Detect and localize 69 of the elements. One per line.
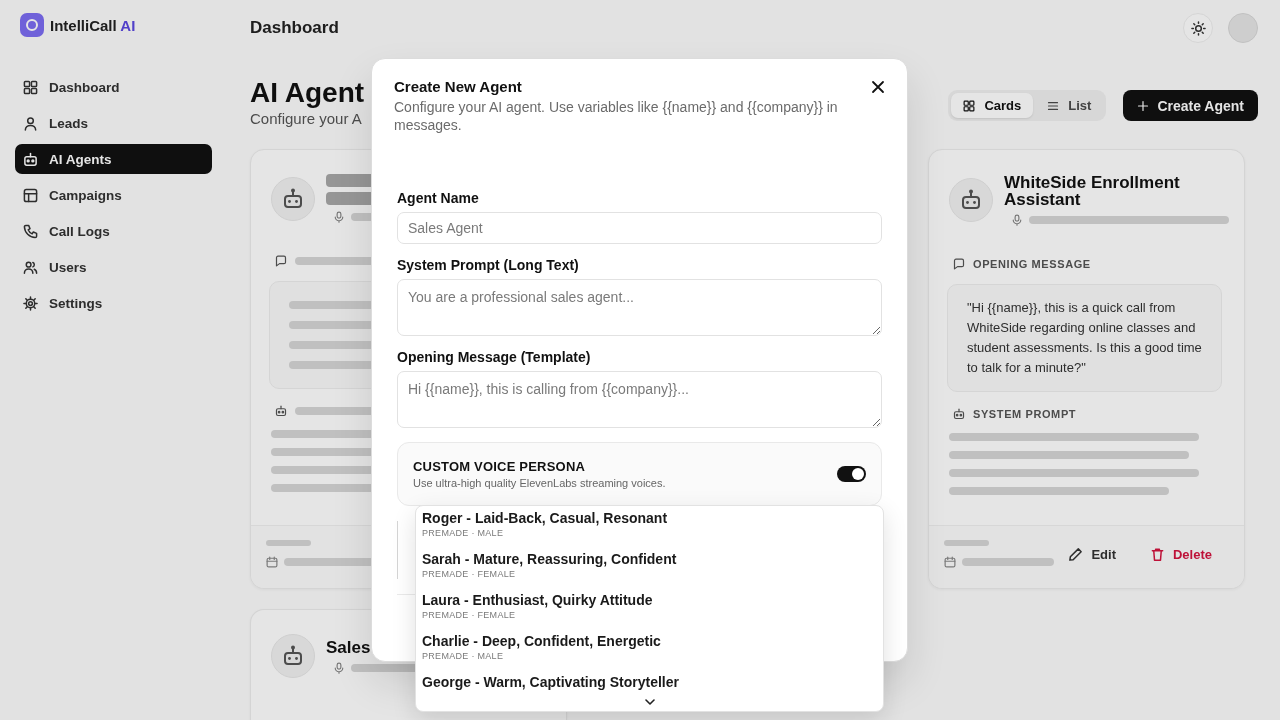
panel-description: Use ultra-high quality ElevenLabs streaming voices. [413, 475, 666, 491]
robot-icon [275, 405, 287, 417]
trash-icon [1149, 546, 1165, 562]
close-icon [871, 80, 885, 94]
textarea-field[interactable]: You are a professional sales agent... [397, 279, 882, 336]
nav-item[interactable]: Dashboard [15, 72, 212, 102]
panel-title: CUSTOM VOICE PERSONA [413, 457, 587, 475]
grid-icon [963, 99, 976, 112]
textarea-field[interactable]: Hi {{name}}, this is calling from {{company}}... [397, 371, 882, 428]
chevron-down-icon [644, 698, 655, 705]
input-field[interactable]: Sales Agent [397, 212, 882, 244]
dropdown-option[interactable]: Charlie - Deep, Confident, Energetic PREMADE · MALE [416, 629, 883, 670]
agent-name: WhiteSide Enrollment Assistant [1004, 174, 1181, 208]
list-icon [1047, 99, 1060, 112]
microphone-icon [1011, 214, 1023, 226]
calendar-icon [944, 556, 956, 568]
dropdown-option[interactable]: Laura - Enthusiast, Quirky Attitude PREMADE · FEMALE [416, 588, 883, 629]
section-label: OPENING MESSAGE [973, 258, 1091, 270]
robot-icon [949, 178, 993, 222]
users-icon [23, 259, 38, 275]
placeholder-line [266, 540, 311, 546]
page-subtitle: Configure your A [250, 109, 362, 129]
header-title: Dashboard [250, 18, 339, 38]
robot-icon [23, 151, 38, 167]
logo-text: IntelliCall AI [50, 16, 136, 34]
robot-icon [271, 634, 315, 678]
nav-item[interactable]: Campaigns [15, 180, 212, 210]
create-agent-button[interactable]: Create Agent [1123, 90, 1258, 121]
grid-icon [23, 79, 38, 95]
dropdown-option[interactable]: Roger - Laid-Back, Casual, Resonant PREMADE · MALE [416, 506, 883, 547]
field-label: System Prompt (Long Text) [397, 256, 580, 274]
section-label: SYSTEM PROMPT [973, 408, 1077, 420]
nav-item[interactable]: Users [15, 252, 212, 282]
phone-icon [23, 223, 38, 239]
close-button[interactable] [871, 80, 885, 94]
dialog-description: Configure your AI agent. Use variables like {{name}} and {{company}} in messages. [394, 98, 839, 134]
agent-name: Sales [326, 638, 371, 656]
field-label: Agent Name [397, 189, 480, 207]
toggle-switch[interactable] [837, 466, 866, 482]
view-tab[interactable]: Cards [951, 93, 1034, 118]
calendar-icon [266, 556, 278, 568]
dialog-title: Create New Agent [394, 77, 523, 97]
microphone-icon [333, 661, 345, 674]
logo-icon [20, 13, 44, 37]
nav-item[interactable]: Settings [15, 288, 212, 318]
microphone-icon [333, 211, 345, 223]
view-tab[interactable]: List [1035, 93, 1104, 118]
person-icon [23, 115, 38, 131]
page-title: AI Agent [250, 77, 365, 109]
edit-button[interactable]: Edit [1058, 540, 1126, 568]
dropdown-option[interactable]: Sarah - Mature, Reassuring, Confident PREMADE · FEMALE [416, 547, 883, 588]
layout-icon [23, 187, 38, 203]
message-preview: "Hi {{name}}, this is a quick call from WhiteSide regarding online classes and student assessments. Is this a good time to talk for a minute?" [947, 284, 1222, 392]
plus-icon [1137, 99, 1150, 112]
chat-icon [275, 255, 287, 267]
field-label: Opening Message (Template) [397, 348, 592, 366]
sun-icon [1190, 20, 1206, 36]
robot-icon [271, 176, 315, 221]
robot-icon [953, 408, 965, 420]
placeholder-line [944, 540, 989, 546]
nav-item[interactable]: AI Agents [15, 144, 212, 174]
pencil-icon [1068, 546, 1084, 562]
dropdown-option[interactable]: George - Warm, Captivating Storyteller [416, 670, 883, 692]
settings-icon [23, 295, 38, 311]
nav-item[interactable]: Leads [15, 108, 212, 138]
delete-button[interactable]: Delete [1139, 540, 1222, 568]
theme-button[interactable] [1183, 13, 1213, 43]
nav-item[interactable]: Call Logs [15, 216, 212, 246]
chat-icon [953, 258, 965, 270]
